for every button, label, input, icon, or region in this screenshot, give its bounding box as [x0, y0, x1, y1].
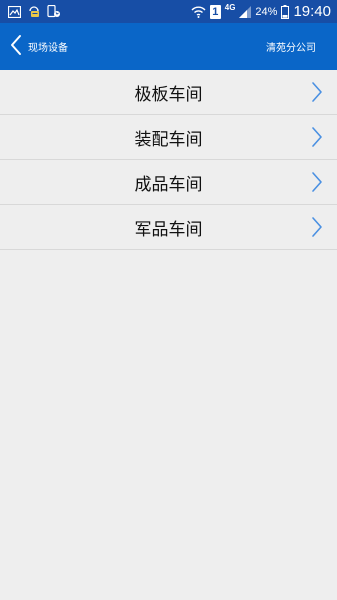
company-selector[interactable]: 清苑分公司 — [266, 39, 316, 54]
list-item-label: 装配车间 — [134, 129, 203, 150]
back-button[interactable] — [0, 23, 28, 70]
list-item-finished-goods-workshop[interactable]: 成品车间 — [0, 160, 337, 205]
list-item-label: 极板车间 — [134, 84, 203, 105]
signal-icon — [239, 5, 252, 18]
chevron-right-icon — [312, 82, 322, 102]
list-item-label: 成品车间 — [134, 174, 203, 195]
wifi-icon — [191, 6, 206, 18]
clock: 19:40 — [293, 3, 331, 20]
status-bar-system: 1 4G 24% 19:40 — [191, 3, 337, 20]
page-title: 现场设备 — [28, 43, 68, 54]
chevron-right-icon — [312, 172, 322, 192]
chevron-right-icon — [312, 217, 322, 237]
sim-slot-badge: 1 — [209, 4, 221, 19]
chevron-left-icon — [10, 34, 22, 60]
status-bar-notifications — [0, 5, 61, 18]
list-item-assembly-workshop[interactable]: 装配车间 — [0, 115, 337, 160]
list-item-military-workshop[interactable]: 军品车间 — [0, 205, 337, 250]
app-bar: 现场设备 清苑分公司 — [0, 23, 337, 70]
battery-icon — [281, 4, 290, 19]
list-item-plate-workshop[interactable]: 极板车间 — [0, 70, 337, 115]
status-bar: 1 4G 24% 19:40 — [0, 0, 337, 23]
network-type: 4G — [224, 3, 236, 12]
battery-percent: 24% — [255, 5, 278, 18]
workshop-list: 极板车间 装配车间 成品车间 军品车间 — [0, 70, 337, 250]
phone-message-icon — [47, 5, 61, 18]
list-item-label: 军品车间 — [134, 219, 203, 240]
voicemail-icon — [27, 5, 41, 18]
image-icon — [8, 5, 21, 18]
chevron-right-icon — [312, 127, 322, 147]
